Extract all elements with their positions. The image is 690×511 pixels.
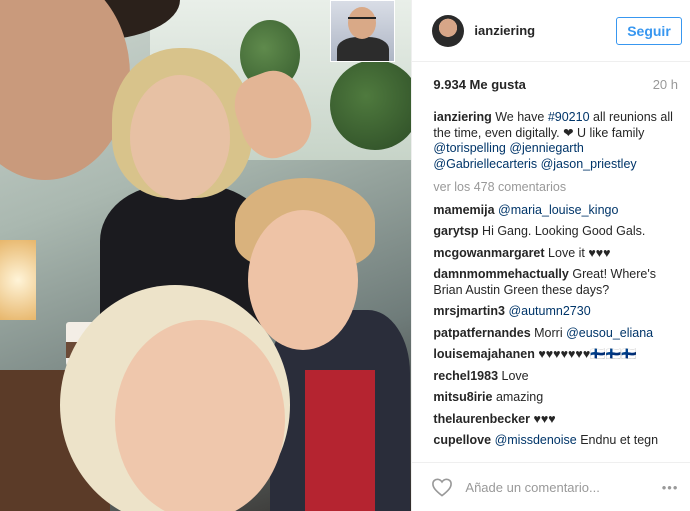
comment-bar: ••• bbox=[412, 462, 690, 511]
comment-username[interactable]: rechel1983 bbox=[433, 369, 498, 383]
comment: louisemajahanen ♥♥♥♥♥♥♥🇫🇮🇫🇮🇫🇮 bbox=[433, 347, 678, 363]
comment: mitsu8irie amazing bbox=[433, 390, 678, 406]
avatar[interactable] bbox=[432, 14, 465, 47]
comment-text: Love it ♥♥♥ bbox=[544, 245, 611, 260]
photo-person-face bbox=[115, 320, 285, 511]
comment-username[interactable]: mitsu8irie bbox=[433, 390, 492, 404]
comment-text: Love bbox=[498, 368, 529, 383]
comment-username[interactable]: thelaurenbecker bbox=[433, 412, 530, 426]
comment: garytsp Hi Gang. Looking Good Gals. bbox=[433, 224, 678, 240]
comment: mamemija @maria_louise_kingo bbox=[433, 203, 678, 219]
comment-text: Morri bbox=[530, 325, 567, 340]
comment: mcgowanmargaret Love it ♥♥♥ bbox=[433, 246, 678, 262]
comment-username[interactable]: damnmommehactually bbox=[433, 267, 568, 281]
heart-icon[interactable] bbox=[431, 477, 453, 497]
caption-username[interactable]: ianziering bbox=[433, 110, 491, 124]
post-username[interactable]: ianziering bbox=[474, 23, 616, 38]
post-header: ianziering Seguir bbox=[412, 0, 690, 62]
follow-button[interactable]: Seguir bbox=[616, 16, 682, 45]
comment-username[interactable]: mamemija bbox=[433, 203, 494, 217]
caption-mention[interactable]: @Gabriellecarteris bbox=[433, 157, 537, 171]
photo-tree bbox=[330, 60, 412, 150]
comment-input[interactable] bbox=[463, 478, 662, 496]
comment-text: Endnu et tegn bbox=[576, 433, 659, 447]
post-photo[interactable] bbox=[0, 0, 412, 511]
post-time[interactable]: 20 h bbox=[653, 77, 678, 92]
caption-text: We have bbox=[491, 110, 548, 124]
comment-username[interactable]: mcgowanmargaret bbox=[433, 246, 544, 260]
photo-person-face bbox=[130, 75, 230, 200]
comment-username[interactable]: mrsjmartin3 bbox=[433, 304, 505, 318]
comment-username[interactable]: patpatfernandes bbox=[433, 326, 530, 340]
photo-person-face bbox=[0, 0, 130, 180]
photo-person-shirt bbox=[305, 370, 375, 511]
comment-text: amazing bbox=[492, 390, 544, 404]
post-caption: ianziering We have #90210 all reunions a… bbox=[433, 110, 678, 172]
post-meta: 9.934 Me gusta 20 h bbox=[412, 62, 690, 107]
comment-text: Hi Gang. Looking Good Gals. bbox=[478, 224, 646, 238]
comment: damnmommehactually Great! Where's Brian … bbox=[433, 267, 678, 298]
comment-username[interactable]: cupellove bbox=[433, 433, 491, 447]
comment: patpatfernandes Morri @eusou_eliana bbox=[433, 326, 678, 342]
caption-mention[interactable]: @jenniegarth bbox=[509, 141, 584, 155]
caption-hashtag[interactable]: #90210 bbox=[548, 110, 590, 124]
photo-lamp bbox=[0, 240, 36, 320]
comment-text: ♥♥♥♥♥♥♥🇫🇮🇫🇮🇫🇮 bbox=[534, 347, 637, 361]
comment-mention[interactable]: @eusou_eliana bbox=[566, 326, 653, 340]
likes-count[interactable]: 9.934 Me gusta bbox=[433, 77, 526, 92]
comment-text: ♥♥♥ bbox=[529, 411, 556, 426]
caption-mention[interactable]: @jason_priestley bbox=[541, 157, 637, 171]
comment-list: ianziering We have #90210 all reunions a… bbox=[412, 107, 690, 448]
load-more-comments[interactable]: ver los 478 comentarios bbox=[433, 180, 678, 196]
comment-mention[interactable]: @missdenoise bbox=[495, 433, 577, 447]
caption-mention[interactable]: @torispelling bbox=[433, 141, 505, 155]
comment-mention[interactable]: @autumn2730 bbox=[508, 304, 590, 318]
instagram-post: ianziering Seguir 9.934 Me gusta 20 h ia… bbox=[0, 0, 690, 511]
comment: cupellove @missdenoise Endnu et tegn bbox=[433, 433, 678, 448]
comment: thelaurenbecker ♥♥♥ bbox=[433, 412, 678, 428]
comment-username[interactable]: louisemajahanen bbox=[433, 347, 534, 361]
comment: rechel1983 Love bbox=[433, 369, 678, 385]
post-side-panel: ianziering Seguir 9.934 Me gusta 20 h ia… bbox=[411, 0, 690, 511]
comment: mrsjmartin3 @autumn2730 bbox=[433, 304, 678, 320]
more-options-icon[interactable]: ••• bbox=[662, 480, 679, 495]
comment-mention[interactable]: @maria_louise_kingo bbox=[498, 203, 618, 217]
video-call-inset bbox=[330, 0, 395, 62]
comment-username[interactable]: garytsp bbox=[433, 224, 478, 238]
